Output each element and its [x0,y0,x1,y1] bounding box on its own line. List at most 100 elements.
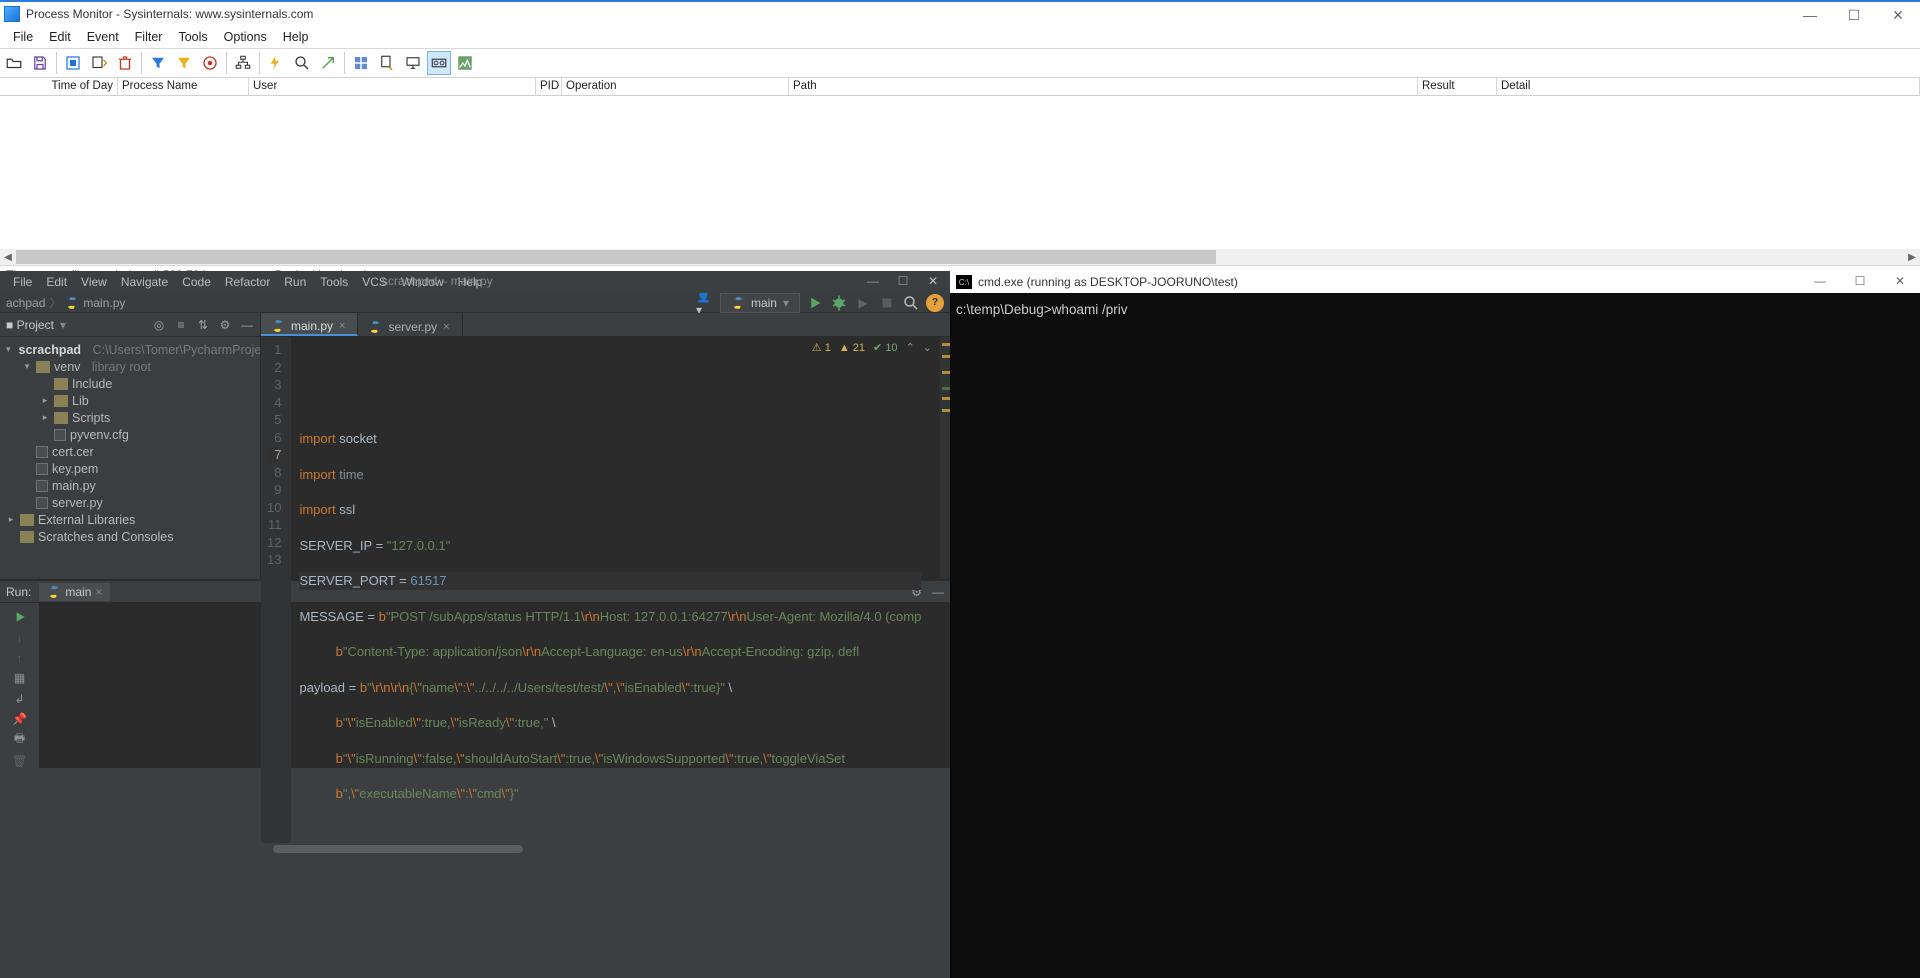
minimize-button[interactable]: — [1788,4,1832,26]
close-tab-icon[interactable]: × [339,320,345,332]
hide-icon[interactable]: — [240,318,254,332]
chevron-down-icon[interactable]: ⌄ [923,341,932,354]
scroll-right-icon[interactable]: ▶ [1904,249,1920,265]
menu-navigate[interactable]: Navigate [114,272,175,292]
col-time[interactable]: Time of Day [0,78,118,95]
menu-code[interactable]: Code [175,272,218,292]
typo-count-icon[interactable]: ✔ 10 [873,341,898,354]
menu-tools[interactable]: Tools [171,28,214,46]
cmd-titlebar[interactable]: C:\ cmd.exe (running as DESKTOP-JOORUNO\… [950,271,1920,293]
run-tab[interactable]: main × [39,583,110,601]
menu-event[interactable]: Event [80,28,126,46]
close-button[interactable]: ✕ [918,271,948,291]
menu-view[interactable]: View [74,272,114,292]
tree-main[interactable]: main.py [52,479,96,493]
scroll-thumb[interactable] [16,250,1216,264]
tree-pyvenv[interactable]: pyvenv.cfg [70,428,129,442]
inspection-widget[interactable]: ⚠ 1 ▲ 21 ✔ 10 ⌃ ⌄ [812,341,932,354]
maximize-button[interactable]: ☐ [888,271,918,291]
pycharm-titlebar[interactable]: File Edit View Navigate Code Refactor Ru… [0,271,950,293]
maximize-button[interactable]: ☐ [1832,4,1876,26]
stop-button[interactable] [878,294,896,312]
capture-icon[interactable] [61,51,85,75]
col-detail[interactable]: Detail [1497,78,1920,95]
add-user-icon[interactable]: 👤▾ [696,294,714,312]
tree-key[interactable]: key.pem [52,462,98,476]
file-activity-icon[interactable] [375,51,399,75]
col-user[interactable]: User [249,78,536,95]
open-icon[interactable] [2,51,26,75]
layout-icon[interactable]: ▦ [12,671,28,685]
profiling-icon[interactable] [453,51,477,75]
process-activity-icon[interactable] [427,51,451,75]
locate-icon[interactable]: ◎ [152,318,166,332]
close-button[interactable]: ✕ [1880,271,1920,291]
menu-file[interactable]: File [6,28,40,46]
run-with-coverage-icon[interactable]: ▶ [854,294,872,312]
warning-count-icon[interactable]: ▲ 21 [839,342,865,354]
scroll-left-icon[interactable]: ◀ [0,249,16,265]
highlight-icon[interactable] [172,51,196,75]
breadcrumb-root[interactable]: achpad [6,296,45,310]
tree-ext[interactable]: External Libraries [38,513,135,527]
search-icon[interactable] [902,294,920,312]
close-icon[interactable]: × [95,585,102,599]
col-pid[interactable]: PID [536,78,562,95]
menu-file[interactable]: File [6,272,39,292]
procmon-titlebar[interactable]: Process Monitor - Sysinternals: www.sysi… [0,2,1920,26]
tab-server[interactable]: server.py× [358,313,462,336]
chevron-up-icon[interactable]: ⌃ [906,341,915,354]
procmon-event-list[interactable] [0,96,1920,249]
expand-icon[interactable]: ≡ [174,318,188,332]
tree-venv[interactable]: venv [54,360,80,374]
bolt-icon[interactable] [264,51,288,75]
code-editor[interactable]: 123456 7 8910111213 import socket import… [261,337,950,843]
col-path[interactable]: Path [789,78,1418,95]
chevron-down-icon[interactable]: ▾ [60,318,66,332]
menu-refactor[interactable]: Refactor [218,272,277,292]
soft-wrap-icon[interactable]: ↲ [12,692,28,706]
project-view-label[interactable]: ■ Project [6,318,54,332]
minimize-button[interactable]: — [1800,271,1840,291]
collapse-icon[interactable]: ⇅ [196,318,210,332]
rerun-icon[interactable] [12,609,28,625]
tree-root[interactable]: scrachpad [19,343,82,357]
tree-lib[interactable]: Lib [72,394,89,408]
registry-activity-icon[interactable] [349,51,373,75]
gear-icon[interactable]: ⚙ [218,318,232,332]
target-icon[interactable] [198,51,222,75]
col-result[interactable]: Result [1418,78,1497,95]
menu-filter[interactable]: Filter [128,28,170,46]
tab-main[interactable]: main.py× [261,313,358,336]
stop-icon[interactable]: ↓ [12,631,28,645]
autoscroll-icon[interactable] [87,51,111,75]
filter-icon[interactable] [146,51,170,75]
trash-icon[interactable]: 🗑 [12,754,28,768]
cmd-console[interactable]: c:\temp\Debug>whoami /priv [950,293,1920,327]
menu-tools[interactable]: Tools [313,272,355,292]
menu-edit[interactable]: Edit [42,28,78,46]
pin-icon[interactable]: 📌 [12,712,28,726]
print-icon[interactable]: 🖶 [12,732,28,748]
source-text[interactable]: import socket import time import ssl SER… [291,337,921,843]
close-button[interactable]: ✕ [1876,4,1920,26]
network-activity-icon[interactable] [401,51,425,75]
tree-cert[interactable]: cert.cer [52,445,94,459]
jump-icon[interactable] [316,51,340,75]
tree-icon[interactable] [231,51,255,75]
line-numbers-gutter[interactable]: 123456 7 8910111213 [261,337,291,843]
save-icon[interactable] [28,51,52,75]
menu-edit[interactable]: Edit [39,272,74,292]
project-tree[interactable]: ▾scrachpad C:\Users\Tomer\PycharmProject… [0,337,260,549]
menu-help[interactable]: Help [276,28,316,46]
debug-button[interactable] [830,294,848,312]
clear-icon[interactable] [113,51,137,75]
tree-scratch[interactable]: Scratches and Consoles [38,530,174,544]
find-icon[interactable] [290,51,314,75]
menu-options[interactable]: Options [217,28,274,46]
run-config-selector[interactable]: main ▾ [720,293,800,313]
procmon-hscrollbar[interactable]: ◀ ▶ [0,249,1920,265]
col-op[interactable]: Operation [562,78,789,95]
minimize-button[interactable]: — [858,271,888,291]
tree-scripts[interactable]: Scripts [72,411,110,425]
